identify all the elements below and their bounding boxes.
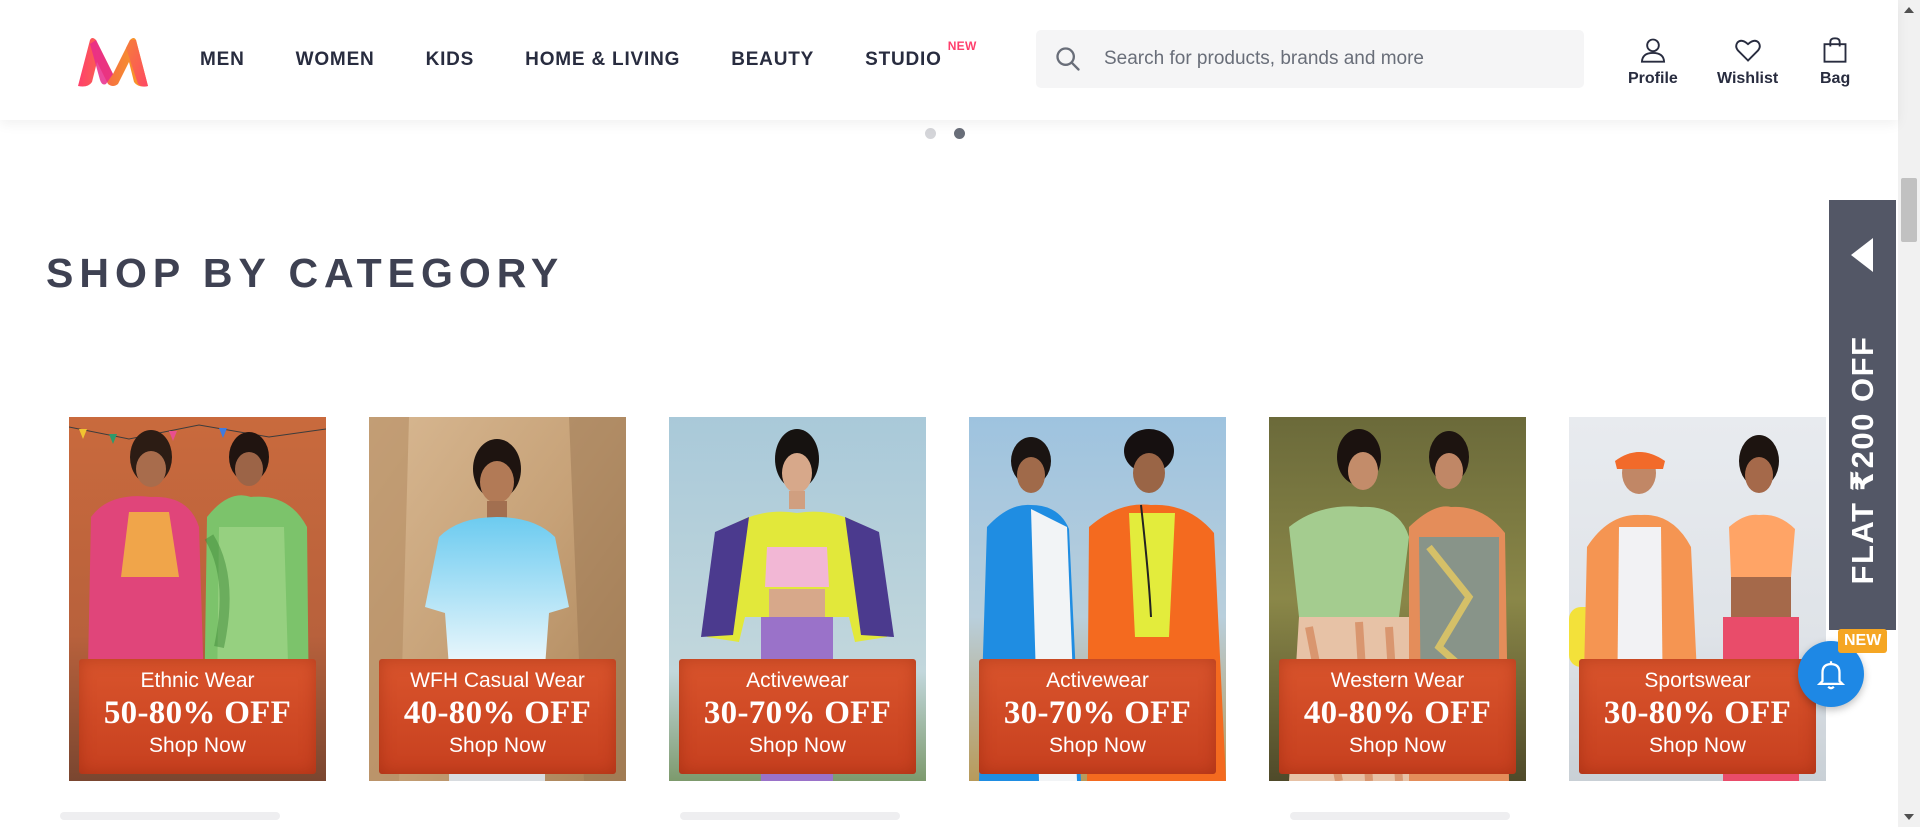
shop-now-link[interactable]: Shop Now: [449, 734, 546, 758]
category-card-activewear-men[interactable]: Activewear 30-70% OFF Shop Now: [969, 417, 1226, 781]
wishlist-icon: [1734, 39, 1761, 62]
main-nav: MEN WOMEN KIDS HOME & LIVING BEAUTY STUD…: [200, 0, 993, 120]
category-discount: 30-80% OFF: [1603, 695, 1792, 731]
search-input[interactable]: [1104, 48, 1564, 70]
page-scrollbar[interactable]: [1898, 0, 1920, 827]
carousel-dot-2[interactable]: [954, 128, 965, 139]
category-name: WFH Casual Wear: [410, 669, 585, 692]
nav-women[interactable]: WOMEN: [296, 49, 375, 71]
category-name: Sportswear: [1644, 669, 1751, 692]
profile-button[interactable]: Profile: [1628, 36, 1678, 88]
category-discount: 30-70% OFF: [703, 695, 892, 731]
bag-label: Bag: [1820, 70, 1851, 87]
nav-men-label: MEN: [200, 49, 245, 70]
shop-now-link[interactable]: Shop Now: [1649, 734, 1746, 758]
profile-icon: [1640, 38, 1665, 63]
category-label-box: WFH Casual Wear 40-80% OFF Shop Now: [379, 659, 616, 774]
category-label-box: Western Wear 40-80% OFF Shop Now: [1279, 659, 1516, 774]
next-row-hint: [60, 810, 1840, 824]
category-name: Activewear: [746, 669, 849, 692]
nav-kids[interactable]: KIDS: [426, 49, 475, 71]
nav-beauty[interactable]: BEAUTY: [731, 49, 814, 71]
arrow-left-icon[interactable]: [1851, 238, 1873, 272]
bag-button[interactable]: Bag: [1820, 36, 1850, 88]
category-name: Activewear: [1046, 669, 1149, 692]
page: MEN WOMEN KIDS HOME & LIVING BEAUTY STUD…: [0, 0, 1920, 827]
category-discount: 30-70% OFF: [1003, 695, 1192, 731]
category-label-box: Activewear 30-70% OFF Shop Now: [979, 659, 1216, 774]
category-name: Western Wear: [1330, 669, 1465, 692]
shop-now-link[interactable]: Shop Now: [1349, 734, 1446, 758]
category-card-sportswear[interactable]: Sportswear 30-80% OFF Shop Now: [1569, 417, 1826, 781]
category-card-western-wear[interactable]: Western Wear 40-80% OFF Shop Now: [1269, 417, 1526, 781]
search-bar[interactable]: [1036, 30, 1584, 88]
category-label-box: Sportswear 30-80% OFF Shop Now: [1579, 659, 1816, 774]
category-card-ethnic-wear[interactable]: Ethnic Wear 50-80% OFF Shop Now: [69, 417, 326, 781]
nav-home-living-label: HOME & LIVING: [525, 49, 681, 70]
category-label-box: Activewear 30-70% OFF Shop Now: [679, 659, 916, 774]
carousel-dot-1[interactable]: [925, 128, 936, 139]
category-discount: 40-80% OFF: [403, 695, 592, 731]
flat-discount-banner[interactable]: FLAT ₹200 OFF: [1829, 200, 1896, 630]
studio-new-tag: NEW: [947, 39, 977, 53]
category-discount: 40-80% OFF: [1303, 695, 1492, 731]
nav-home-living[interactable]: HOME & LIVING: [525, 49, 680, 71]
nav-beauty-label: BEAUTY: [731, 49, 815, 70]
nav-men[interactable]: MEN: [200, 49, 245, 71]
search-icon[interactable]: [1054, 45, 1082, 73]
wishlist-label: Wishlist: [1717, 70, 1779, 87]
section-title: SHOP BY CATEGORY: [46, 250, 565, 296]
shop-now-link[interactable]: Shop Now: [149, 734, 246, 758]
wishlist-button[interactable]: Wishlist: [1717, 36, 1778, 88]
carousel-dots: [925, 128, 965, 139]
scroll-down-arrow[interactable]: [1904, 814, 1914, 820]
bell-icon: [1816, 661, 1846, 690]
shop-now-link[interactable]: Shop Now: [1049, 734, 1146, 758]
scroll-up-arrow[interactable]: [1904, 7, 1914, 13]
category-discount: 50-80% OFF: [103, 695, 292, 731]
nav-studio-label: STUDIO: [865, 49, 942, 70]
scroll-thumb[interactable]: [1901, 178, 1917, 242]
nav-kids-label: KIDS: [425, 49, 475, 70]
bag-icon: [1823, 37, 1847, 63]
flat-discount-text: FLAT ₹200 OFF: [1844, 335, 1880, 585]
category-card-activewear[interactable]: Activewear 30-70% OFF Shop Now: [669, 417, 926, 781]
header: MEN WOMEN KIDS HOME & LIVING BEAUTY STUD…: [0, 0, 1898, 120]
nav-studio[interactable]: STUDIO NEW: [865, 39, 976, 71]
notification-new-badge: NEW: [1838, 629, 1888, 653]
category-name: Ethnic Wear: [140, 669, 255, 692]
category-label-box: Ethnic Wear 50-80% OFF Shop Now: [79, 659, 316, 774]
nav-women-label: WOMEN: [295, 49, 375, 70]
category-card-wfh-casual-wear[interactable]: WFH Casual Wear 40-80% OFF Shop Now: [369, 417, 626, 781]
shop-now-link[interactable]: Shop Now: [749, 734, 846, 758]
profile-label: Profile: [1628, 70, 1678, 87]
myntra-logo[interactable]: [76, 36, 150, 88]
